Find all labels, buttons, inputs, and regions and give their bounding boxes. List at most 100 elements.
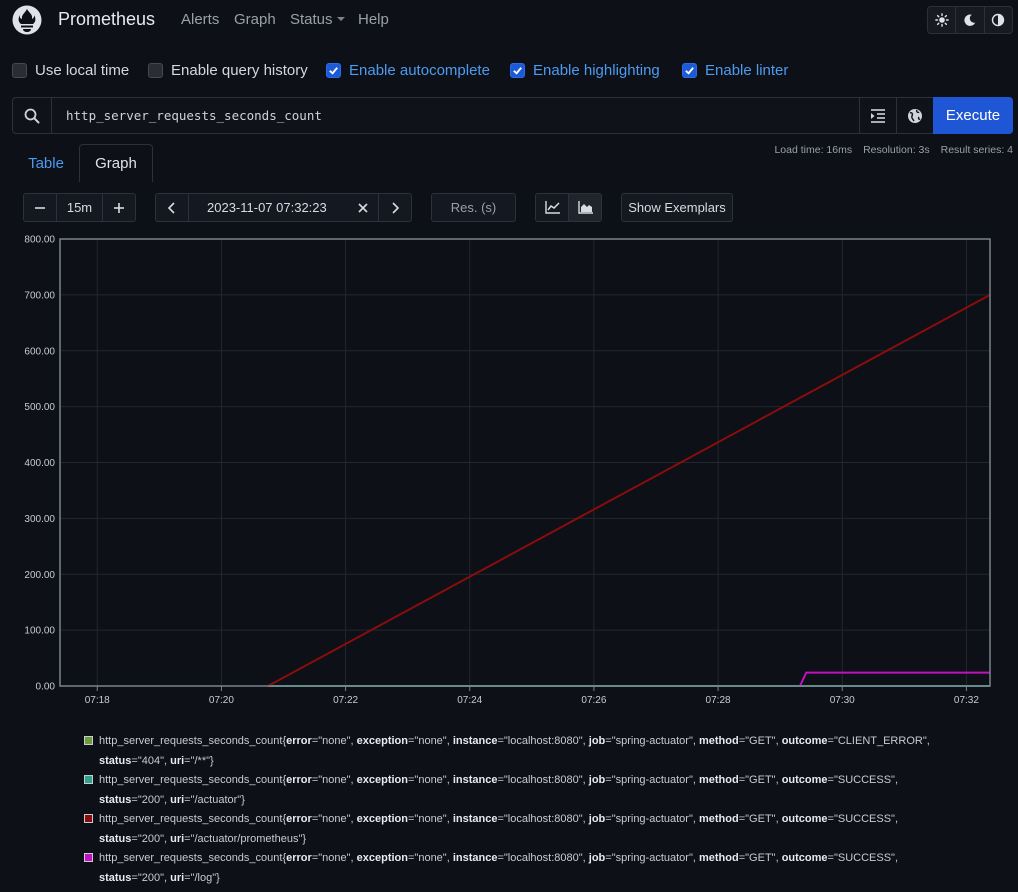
x-axis: 07:18 07:20 07:22 07:24 07:26 07:28 07:30 07:32 — [85, 695, 980, 706]
checkbox-unchecked[interactable] — [12, 63, 27, 78]
enable-query-history-checkbox[interactable]: Enable query history — [148, 62, 308, 79]
y-tick-label: 0.00 — [36, 682, 56, 693]
legend-label-value: ="200", — [131, 832, 171, 845]
auto-theme-button[interactable] — [985, 7, 1012, 33]
checkbox-checked[interactable] — [682, 63, 697, 78]
enable-highlighting-checkbox[interactable]: Enable highlighting — [510, 62, 660, 79]
indent-icon — [871, 108, 885, 123]
nav-graph[interactable]: Graph — [234, 11, 276, 28]
nav-alerts[interactable]: Alerts — [181, 11, 219, 28]
legend-label-key: error — [286, 735, 312, 747]
legend-label-value: ="200", — [131, 793, 171, 806]
show-exemplars-button[interactable]: Show Exemplars — [621, 193, 733, 222]
legend-label-value: ="none", — [311, 852, 357, 864]
series-line-4[interactable] — [799, 671, 990, 687]
checkmark-icon — [685, 67, 694, 75]
checkbox-checked[interactable] — [510, 63, 525, 78]
legend-label-value: ="localhost:8080", — [497, 852, 589, 864]
brand-title[interactable]: Prometheus — [58, 9, 155, 30]
nav-help[interactable]: Help — [358, 11, 389, 28]
checkmark-icon — [513, 67, 522, 75]
checkbox-unchecked[interactable] — [148, 63, 163, 78]
x-tick-label: 07:18 — [85, 695, 110, 706]
legend-label-value: ="none", — [408, 735, 453, 747]
enable-linter-checkbox[interactable]: Enable linter — [682, 62, 788, 79]
x-tick-label: 07:28 — [706, 695, 731, 706]
legend-label-key: outcome — [781, 774, 828, 786]
legend-swatch — [84, 814, 93, 823]
previous-time-button[interactable] — [156, 194, 189, 221]
chart-grid — [60, 238, 990, 691]
legend-label-key: job — [588, 774, 606, 786]
y-tick-label: 100.00 — [24, 626, 55, 637]
legend-swatch — [84, 775, 93, 784]
legend-label-key: status — [99, 871, 132, 884]
legend-label-value: ="none", — [408, 852, 453, 864]
legend-swatch — [84, 853, 93, 862]
y-tick-label: 400.00 — [24, 458, 55, 469]
theme-switcher — [927, 6, 1013, 34]
legend-item[interactable]: http_server_requests_seconds_count{error… — [84, 771, 964, 810]
x-tick-label: 07:32 — [954, 695, 979, 706]
graph-chart[interactable]: 800.00 700.00 600.00 500.00 400.00 300.00 200.… — [0, 228, 1018, 710]
decrease-range-button[interactable] — [24, 194, 57, 221]
legend-item[interactable]: http_server_requests_seconds_count{error… — [84, 810, 964, 849]
legend-label-value: ="/actuator" — [184, 793, 242, 806]
prometheus-logo-icon[interactable] — [12, 5, 42, 35]
close-icon — [357, 202, 368, 213]
unstacked-chart-button[interactable] — [536, 194, 569, 221]
enable-autocomplete-checkbox[interactable]: Enable autocomplete — [326, 62, 490, 79]
legend-label-key: error — [286, 813, 312, 825]
clear-end-time-button[interactable] — [347, 194, 379, 221]
metrics-explorer-button[interactable] — [896, 98, 933, 133]
legend-label-key: outcome — [781, 852, 828, 864]
legend-label-key: method — [698, 774, 739, 786]
x-tick-label: 07:22 — [333, 695, 358, 706]
legend-item[interactable]: http_server_requests_seconds_count{error… — [84, 732, 964, 771]
series-line-3[interactable] — [267, 294, 991, 687]
resolution-input[interactable]: Res. (s) — [431, 193, 516, 222]
next-time-button[interactable] — [379, 194, 411, 221]
legend-label-key: instance — [452, 813, 498, 825]
legend-label-value: ="localhost:8080", — [497, 774, 589, 786]
option-label: Enable autocomplete — [349, 62, 490, 79]
legend-label-value: ="none", — [311, 735, 357, 747]
use-local-time-checkbox[interactable]: Use local time — [12, 62, 129, 79]
expression-input[interactable]: http_server_requests_seconds_count — [52, 98, 859, 133]
legend-label-key: status — [99, 832, 132, 845]
resolution: Resolution: 3s — [863, 144, 930, 156]
result-series: Result series: 4 — [940, 144, 1013, 156]
format-expression-button[interactable] — [859, 98, 896, 133]
chevron-right-icon — [392, 201, 400, 214]
range-input[interactable]: 15m — [57, 194, 103, 221]
stacked-chart-button[interactable] — [569, 194, 601, 221]
legend-item[interactable]: http_server_requests_seconds_count{error… — [84, 849, 964, 888]
legend-label-value: ="CLIENT_ERROR", — [827, 735, 930, 747]
legend-swatch — [84, 736, 93, 745]
light-theme-button[interactable] — [928, 7, 957, 33]
tab-table[interactable]: Table — [16, 144, 76, 182]
legend-label-key: instance — [452, 852, 498, 864]
nav-status[interactable]: Status — [290, 11, 345, 28]
option-label: Use local time — [35, 62, 130, 79]
legend-label-key: exception — [356, 774, 408, 786]
checkbox-checked[interactable] — [326, 63, 341, 78]
end-time-input[interactable]: 2023-11-07 07:32:23 — [189, 194, 347, 221]
legend-label-key: job — [588, 813, 606, 825]
execute-button[interactable]: Execute — [933, 97, 1013, 134]
tab-graph[interactable]: Graph — [79, 144, 153, 182]
legend-label-value: ="GET", — [738, 735, 782, 747]
legend-label-value: ="GET", — [738, 774, 782, 786]
y-tick-label: 500.00 — [24, 402, 55, 413]
legend-label-value: ="none", — [408, 813, 453, 825]
y-tick-label: 700.00 — [24, 290, 55, 301]
option-label: Enable linter — [705, 62, 789, 79]
legend-label-key: error — [286, 774, 312, 786]
x-tick-label: 07:30 — [830, 695, 855, 706]
increase-range-button[interactable] — [103, 194, 135, 221]
end-time-control: 2023-11-07 07:32:23 — [155, 193, 412, 222]
legend-label-value: ="SUCCESS", — [827, 774, 898, 786]
query-stats: Load time: 16ms Resolution: 3s Result se… — [774, 144, 1013, 156]
dark-theme-button[interactable] — [956, 7, 985, 33]
legend-label-key: uri — [170, 793, 185, 806]
